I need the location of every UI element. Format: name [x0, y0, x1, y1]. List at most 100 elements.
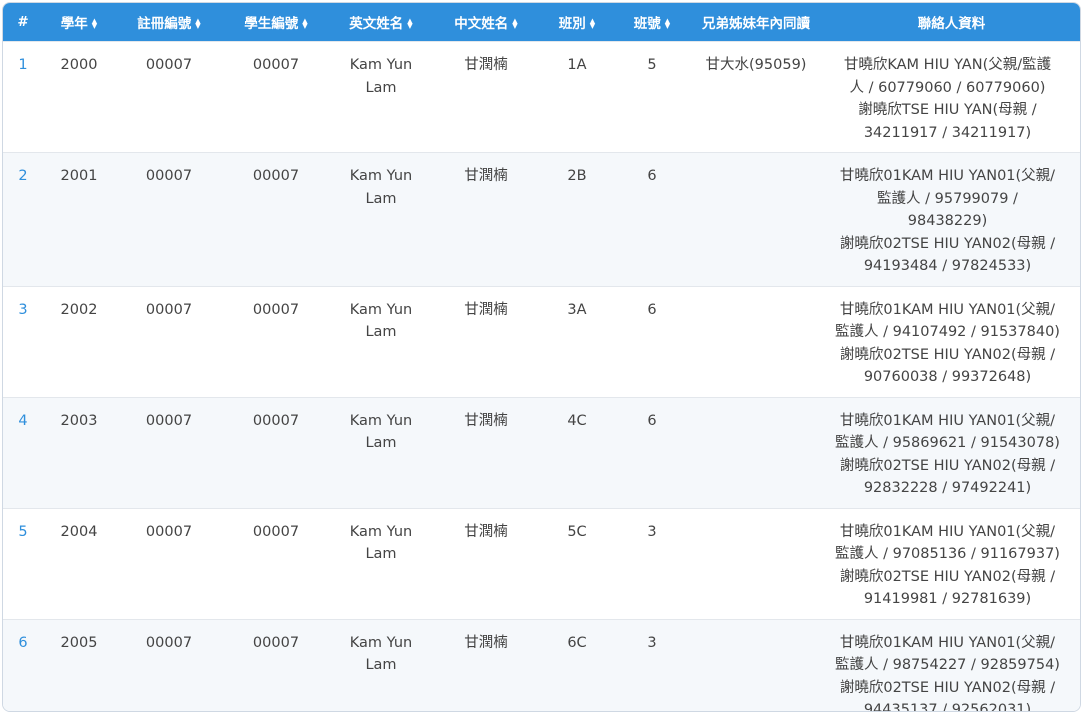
- sort-icon[interactable]: ▲ ▼: [512, 18, 517, 30]
- cell-siblings: [689, 618, 823, 711]
- contact-line: 92832228 / 97492241): [863, 480, 1032, 496]
- cell-student-no: 00007: [223, 507, 329, 619]
- contact-line: 94435137 / 92562031): [863, 702, 1032, 712]
- column-header-label: 中文姓名: [454, 16, 509, 32]
- sort-icon[interactable]: ▲ ▼: [590, 18, 595, 30]
- cell-eng-name: Kam Yun Lam: [329, 396, 433, 508]
- cell-siblings: [689, 285, 823, 397]
- cell-year: 2002: [43, 285, 115, 397]
- cell-chi-name: 甘潤楠: [433, 152, 539, 286]
- contact-line: 甘曉欣KAM HIU YAN(父親/監護: [843, 57, 1052, 73]
- column-header-label: 兄弟姊妹年內同讀: [702, 16, 810, 32]
- cell-class-no: 6: [615, 152, 689, 286]
- cell-class-no: 3: [615, 618, 689, 711]
- row-index-link[interactable]: 1: [18, 57, 27, 73]
- cell-year: 2005: [43, 618, 115, 711]
- cell-eng-name: Kam Yun Lam: [329, 41, 433, 153]
- cell-siblings: 甘大水(95059): [689, 41, 823, 153]
- column-header-chi-name[interactable]: 中文姓名 ▲ ▼: [433, 3, 539, 42]
- contact-line: 謝曉欣02TSE HIU YAN02(母親 /: [839, 235, 1056, 252]
- cell-chi-name: 甘潤楠: [433, 507, 539, 619]
- column-header-student-no[interactable]: 學生編號 ▲ ▼: [223, 3, 329, 42]
- cell-eng-name: Kam Yun Lam: [329, 507, 433, 619]
- table-row: 2 2001 00007 00007 Kam Yun Lam 甘潤楠 2B 6 甘曉欣01KAM …: [3, 152, 1080, 286]
- cell-chi-name: 甘潤楠: [433, 285, 539, 397]
- table-body: 1 2000 00007 00007 Kam Yun Lam 甘潤楠 1A 5 甘大水(95059…: [3, 41, 1080, 712]
- contact-line: 甘曉欣01KAM HIU YAN01(父親/: [839, 634, 1056, 651]
- cell-reg-no: 00007: [115, 396, 223, 508]
- sort-icon[interactable]: ▲ ▼: [195, 18, 200, 30]
- table-row: 5 2004 00007 00007 Kam Yun Lam 甘潤楠 5C 3 甘曉欣01KAM …: [3, 507, 1080, 619]
- contact-line: 謝曉欣02TSE HIU YAN02(母親 /: [839, 457, 1056, 474]
- cell-reg-no: 00007: [115, 618, 223, 711]
- row-index-link[interactable]: 5: [18, 524, 27, 540]
- row-index-link[interactable]: 2: [18, 168, 27, 184]
- cell-year: 2004: [43, 507, 115, 619]
- contact-line: 監護人 / 98754227 / 92859754): [835, 657, 1060, 673]
- cell-student-no: 00007: [223, 396, 329, 508]
- row-index-link[interactable]: 4: [18, 413, 27, 429]
- cell-chi-name: 甘潤楠: [433, 41, 539, 153]
- cell-index: 1: [3, 41, 43, 153]
- student-records-table-container: # 學年 ▲ ▼ 註冊編號 ▲ ▼ 學生編號 ▲ ▼ 英文姓名 ▲ ▼ 中文姓名 ▲ ▼ 班別 ▲ ▼ 班號 ▲ ▼ 兄弟姊…: [2, 2, 1081, 712]
- eng-name-line: Lam: [365, 657, 397, 673]
- cell-year: 2000: [43, 41, 115, 153]
- cell-reg-no: 00007: [115, 152, 223, 286]
- column-header-label: 聯絡人資料: [917, 16, 986, 32]
- cell-eng-name: Kam Yun Lam: [329, 152, 433, 286]
- cell-class-no: 6: [615, 396, 689, 508]
- cell-reg-no: 00007: [115, 507, 223, 619]
- cell-class: 6C: [539, 618, 615, 711]
- column-header-class-no[interactable]: 班號 ▲ ▼: [615, 3, 689, 42]
- column-header-label: 英文姓名: [349, 16, 404, 32]
- row-index-link[interactable]: 3: [18, 302, 27, 318]
- eng-name-line: Kam Yun: [349, 634, 413, 651]
- contact-line: 甘曉欣01KAM HIU YAN01(父親/: [839, 301, 1056, 318]
- contact-line: 謝曉欣TSE HIU YAN(母親 /: [858, 102, 1037, 118]
- cell-index: 4: [3, 396, 43, 508]
- contact-line: 94193484 / 97824533): [863, 258, 1032, 274]
- column-header-contact: 聯絡人資料: [823, 3, 1080, 42]
- contact-line: 甘曉欣01KAM HIU YAN01(父親/: [839, 412, 1056, 429]
- student-records-table: # 學年 ▲ ▼ 註冊編號 ▲ ▼ 學生編號 ▲ ▼ 英文姓名 ▲ ▼ 中文姓名 ▲ ▼ 班別 ▲ ▼ 班號 ▲ ▼ 兄弟姊…: [3, 3, 1080, 712]
- column-header-year[interactable]: 學年 ▲ ▼: [43, 3, 115, 42]
- cell-student-no: 00007: [223, 152, 329, 286]
- cell-siblings: [689, 152, 823, 286]
- contact-line: 34211917 / 34211917): [863, 124, 1032, 141]
- sort-icon[interactable]: ▲ ▼: [665, 18, 670, 30]
- eng-name-line: Kam Yun: [349, 301, 413, 318]
- column-header-label: 班號: [633, 16, 661, 32]
- cell-contact: 甘曉欣01KAM HIU YAN01(父親/監護人 / 95799079 / 98…: [823, 152, 1080, 286]
- cell-index: 3: [3, 285, 43, 397]
- contact-line: 人 / 60779060 / 60779060): [849, 79, 1046, 96]
- sort-icon[interactable]: ▲ ▼: [92, 18, 97, 30]
- cell-class-no: 3: [615, 507, 689, 619]
- cell-class: 3A: [539, 285, 615, 397]
- cell-contact: 甘曉欣01KAM HIU YAN01(父親/監護人 / 98754227 / 9…: [823, 618, 1080, 712]
- row-index-link[interactable]: 6: [18, 635, 27, 651]
- cell-class: 1A: [539, 41, 615, 153]
- cell-contact: 甘曉欣01KAM HIU YAN01(父親/監護人 / 95869621 / 9…: [823, 396, 1080, 508]
- contact-line: 監護人 / 95799079 /: [877, 190, 1018, 207]
- table-row: 4 2003 00007 00007 Kam Yun Lam 甘潤楠 4C 6 甘曉欣01KAM …: [3, 396, 1080, 508]
- sort-icon[interactable]: ▲ ▼: [407, 18, 412, 30]
- eng-name-line: Kam Yun: [349, 57, 413, 73]
- sort-icon[interactable]: ▲ ▼: [302, 18, 307, 30]
- cell-student-no: 00007: [223, 41, 329, 153]
- cell-siblings: [689, 396, 823, 508]
- column-header-label: 學年: [60, 16, 88, 32]
- contact-line: 監護人 / 95869621 / 91543078): [835, 435, 1060, 451]
- column-header-label: 註冊編號: [137, 16, 192, 32]
- contact-line: 謝曉欣02TSE HIU YAN02(母親 /: [839, 568, 1056, 585]
- cell-class: 4C: [539, 396, 615, 508]
- cell-reg-no: 00007: [115, 41, 223, 153]
- table-row: 6 2005 00007 00007 Kam Yun Lam 甘潤楠 6C 3 甘曉欣01KAM …: [3, 618, 1080, 712]
- column-header-reg-no[interactable]: 註冊編號 ▲ ▼: [115, 3, 223, 42]
- column-header-eng-name[interactable]: 英文姓名 ▲ ▼: [329, 3, 433, 42]
- eng-name-line: Lam: [365, 546, 397, 562]
- cell-contact: 甘曉欣KAM HIU YAN(父親/監護人 / 60779060 / 60779…: [823, 41, 1080, 153]
- column-header-class[interactable]: 班別 ▲ ▼: [539, 3, 615, 42]
- eng-name-line: Kam Yun: [349, 168, 413, 184]
- column-header-label: 學生編號: [244, 16, 299, 32]
- table-header-row: # 學年 ▲ ▼ 註冊編號 ▲ ▼ 學生編號 ▲ ▼ 英文姓名 ▲ ▼ 中文姓名 ▲ ▼ 班別 ▲ ▼ 班號 ▲ ▼ 兄弟姊…: [3, 3, 1080, 42]
